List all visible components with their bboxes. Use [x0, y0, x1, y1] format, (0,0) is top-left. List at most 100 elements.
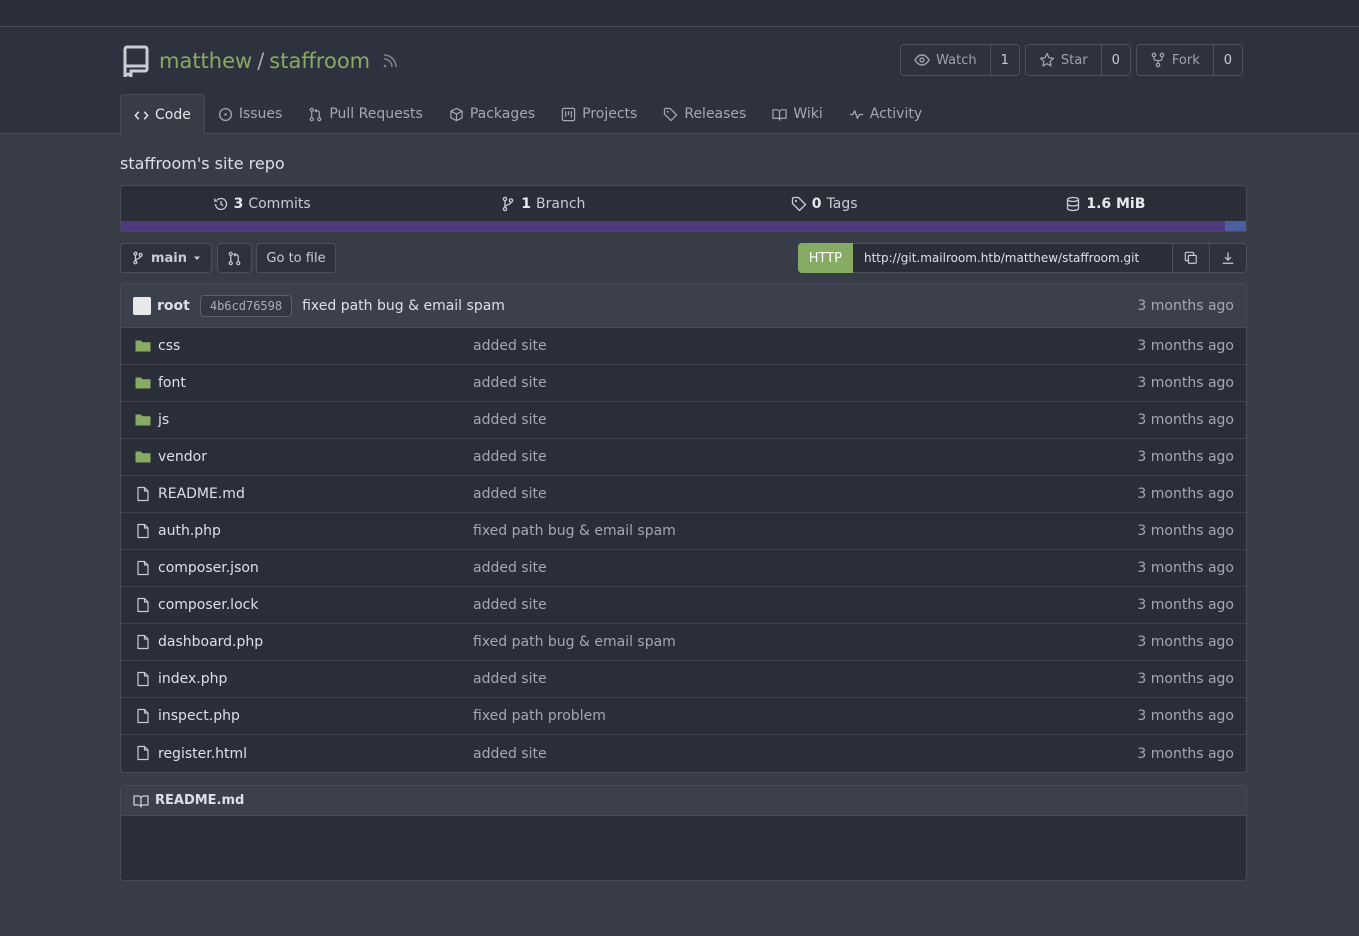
tab-wiki[interactable]: Wiki — [759, 94, 835, 134]
file-commit-message[interactable]: added site — [473, 338, 547, 354]
file-name[interactable]: composer.json — [158, 560, 259, 576]
repo-owner-link[interactable]: matthew — [159, 49, 252, 73]
copy-icon — [1184, 251, 1197, 264]
fork-button[interactable]: Fork 0 — [1135, 44, 1243, 76]
commit-author[interactable]: root — [157, 298, 190, 314]
file-commit-time: 3 months ago — [1137, 375, 1234, 391]
readme-panel: README.md — [120, 785, 1247, 881]
file-commit-message[interactable]: fixed path bug & email spam — [473, 634, 676, 650]
star-icon — [1039, 52, 1055, 67]
repo-icon — [123, 45, 149, 77]
tab-issues[interactable]: Issues — [205, 94, 296, 134]
file-row[interactable]: composer.json added site 3 months ago — [121, 550, 1246, 587]
tag-icon — [791, 196, 806, 212]
tags-count: 0 — [811, 196, 822, 212]
file-row[interactable]: font added site 3 months ago — [121, 365, 1246, 402]
repo-name-link[interactable]: staffroom — [269, 49, 370, 73]
commit-sha[interactable]: 4b6cd76598 — [199, 294, 293, 317]
file-row[interactable]: vendor added site 3 months ago — [121, 439, 1246, 476]
file-name[interactable]: font — [158, 375, 186, 391]
file-name[interactable]: inspect.php — [158, 708, 240, 724]
star-button[interactable]: Star 0 — [1024, 44, 1131, 76]
tags-stat[interactable]: 0 Tags — [684, 196, 965, 212]
file-name[interactable]: auth.php — [158, 523, 221, 539]
pull-request-icon — [309, 107, 322, 121]
latest-commit: root 4b6cd76598 fixed path bug & email s… — [121, 284, 1246, 328]
tab-packages[interactable]: Packages — [436, 94, 548, 134]
tab-label: Code — [155, 107, 191, 123]
readme-title[interactable]: README.md — [155, 793, 244, 808]
watch-label: Watch — [936, 52, 977, 68]
file-commit-message[interactable]: added site — [473, 746, 547, 762]
size-stat: 1.6 MiB — [965, 196, 1246, 212]
avatar[interactable] — [133, 296, 151, 315]
file-row[interactable]: auth.php fixed path bug & email spam 3 mon… — [121, 513, 1246, 550]
file-icon — [137, 671, 149, 687]
file-commit-time: 3 months ago — [1137, 671, 1234, 687]
file-row[interactable]: inspect.php fixed path problem 3 months ag… — [121, 698, 1246, 735]
repo-actions: Watch 1 Star 0 Fork 0 — [900, 44, 1243, 76]
rss-icon[interactable] — [382, 53, 398, 69]
file-commit-message[interactable]: added site — [473, 375, 547, 391]
language-bar[interactable] — [121, 221, 1246, 231]
file-commit-message[interactable]: added site — [473, 560, 547, 576]
star-count[interactable]: 0 — [1100, 45, 1130, 75]
file-commit-time: 3 months ago — [1137, 708, 1234, 724]
tab-pull-requests[interactable]: Pull Requests — [295, 94, 435, 134]
file-commit-message[interactable]: added site — [473, 486, 547, 502]
project-icon — [561, 107, 576, 121]
tag-icon — [664, 107, 678, 121]
file-icon — [137, 634, 149, 650]
file-commit-message[interactable]: added site — [473, 671, 547, 687]
file-name[interactable]: vendor — [158, 449, 207, 465]
file-commit-message[interactable]: fixed path problem — [473, 708, 606, 724]
tab-activity[interactable]: Activity — [836, 94, 935, 134]
file-name[interactable]: js — [158, 412, 169, 428]
compare-button[interactable] — [217, 243, 252, 273]
commits-stat[interactable]: 3 Commits — [121, 196, 402, 212]
file-row[interactable]: index.php added site 3 months ago — [121, 661, 1246, 698]
file-name[interactable]: composer.lock — [158, 597, 258, 613]
file-row[interactable]: css added site 3 months ago — [121, 328, 1246, 365]
file-row[interactable]: composer.lock added site 3 months ago — [121, 587, 1246, 624]
file-row[interactable]: dashboard.php fixed path bug & email spam… — [121, 624, 1246, 661]
tab-label: Activity — [869, 106, 923, 122]
repo-stats: 3 Commits 1 Branch 0 Tags 1.6 MiB — [120, 185, 1247, 232]
watch-button[interactable]: Watch 1 — [900, 44, 1020, 76]
file-name[interactable]: dashboard.php — [158, 634, 263, 650]
go-to-file-button[interactable]: Go to file — [256, 243, 336, 273]
fork-count[interactable]: 0 — [1212, 45, 1242, 75]
branch-stat[interactable]: 1 Branch — [402, 196, 683, 212]
file-commit-time: 3 months ago — [1137, 523, 1234, 539]
tab-releases[interactable]: Releases — [650, 94, 759, 134]
file-name[interactable]: css — [158, 338, 180, 354]
branch-count: 1 — [521, 196, 532, 212]
file-name[interactable]: README.md — [158, 486, 245, 502]
file-commit-time: 3 months ago — [1137, 486, 1234, 502]
file-commit-time: 3 months ago — [1137, 597, 1234, 613]
copy-url-button[interactable] — [1173, 243, 1210, 273]
file-name[interactable]: register.html — [158, 746, 247, 762]
commit-message[interactable]: fixed path bug & email spam — [302, 298, 505, 314]
watch-count[interactable]: 1 — [989, 45, 1019, 75]
file-row[interactable]: js added site 3 months ago — [121, 402, 1246, 439]
commit-time: 3 months ago — [1137, 297, 1234, 314]
branch-selector[interactable]: main — [120, 243, 212, 273]
tab-projects[interactable]: Projects — [548, 94, 650, 134]
file-name[interactable]: index.php — [158, 671, 227, 687]
file-commit-message[interactable]: added site — [473, 597, 547, 613]
file-row[interactable]: register.html added site 3 months ago — [121, 735, 1246, 772]
file-icon — [137, 486, 149, 502]
download-icon — [1222, 252, 1234, 264]
file-commit-message[interactable]: added site — [473, 412, 547, 428]
download-button[interactable] — [1210, 243, 1247, 273]
tab-label: Issues — [238, 106, 283, 122]
file-commit-message[interactable]: fixed path bug & email spam — [473, 523, 676, 539]
clone-url-input[interactable]: http://git.mailroom.htb/matthew/staffroo… — [853, 243, 1173, 273]
clone-http-button[interactable]: HTTP — [797, 243, 853, 273]
file-icon — [137, 708, 149, 724]
file-row[interactable]: README.md added site 3 months ago — [121, 476, 1246, 513]
tab-code[interactable]: Code — [120, 94, 205, 135]
file-commit-message[interactable]: added site — [473, 449, 547, 465]
commits-count: 3 — [233, 196, 244, 212]
